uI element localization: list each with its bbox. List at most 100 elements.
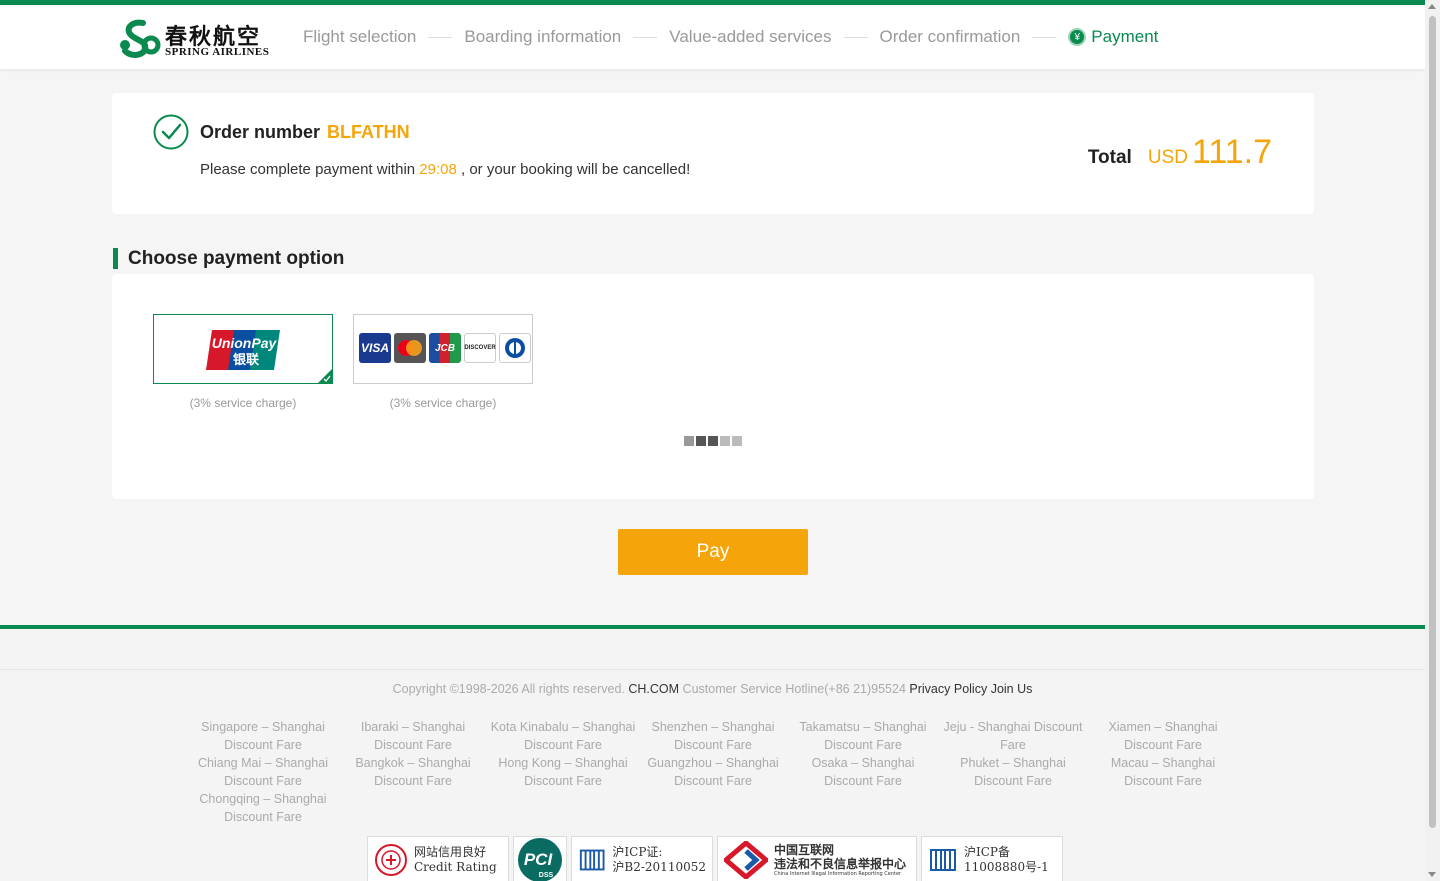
step-order-confirmation: Order confirmation: [879, 27, 1021, 46]
selected-check-icon: [318, 369, 332, 383]
pci-dss-badge[interactable]: PCI DSS: [513, 836, 567, 881]
countdown-timer: 29:08: [419, 161, 457, 178]
loader-dot: [684, 436, 694, 446]
unionpay-service-charge: (3% service charge): [189, 396, 297, 410]
route-link[interactable]: Kota Kinabalu – Shanghai Discount Fare: [488, 718, 638, 754]
logo-mark-icon: [120, 19, 161, 58]
route-link[interactable]: Guangzhou – Shanghai Discount Fare: [638, 754, 788, 790]
route-link[interactable]: Chiang Mai – Shanghai Discount Fare: [188, 754, 338, 790]
report-center-line1: 中国互联网: [774, 842, 835, 857]
step-divider: [428, 36, 453, 38]
deadline-text-before: Please complete payment within: [200, 161, 420, 178]
spring-airlines-logo[interactable]: 春秋航空 SPRING AIRLINES: [117, 19, 272, 61]
yen-icon: ¥: [1068, 28, 1087, 46]
unionpay-option[interactable]: UnionPay 银联: [153, 314, 333, 384]
unionpay-logo-text: UnionPay: [212, 335, 278, 351]
route-link[interactable]: Ibaraki – Shanghai Discount Fare: [338, 718, 488, 754]
total-amount: 111.7: [1191, 133, 1272, 171]
report-center-text: 中国互联网 违法和不良信息举报中心 China Internet Illegal I…: [774, 843, 906, 878]
route-link[interactable]: Hong Kong – Shanghai Discount Fare: [488, 754, 638, 790]
total-label: Total: [1087, 147, 1132, 168]
footer-divider: [0, 669, 1425, 670]
credit-rating-badge[interactable]: 网站信用良好 Credit Rating: [367, 836, 509, 881]
order-summary-card: Order number BLFATHN Please complete paym…: [112, 93, 1314, 214]
route-link[interactable]: Shenzhen – Shanghai Discount Fare: [638, 718, 788, 754]
brand-name-en: SPRING AIRLINES: [165, 46, 270, 58]
loader-dot: [708, 436, 718, 446]
credit-seal-icon: [375, 844, 407, 876]
report-center-line2: 违法和不良信息举报中心: [774, 856, 907, 871]
emblem-icon: [579, 849, 605, 871]
scrollbar-thumb[interactable]: [1429, 16, 1436, 828]
route-link[interactable]: Osaka – Shanghai Discount Fare: [788, 754, 938, 790]
icp-license-line1: 沪ICP证:: [612, 845, 663, 859]
loader-dot: [732, 436, 742, 446]
join-us-link[interactable]: Join Us: [991, 682, 1033, 696]
route-link[interactable]: Takamatsu – Shanghai Discount Fare: [788, 718, 938, 754]
booking-steps: Flight selection Boarding information Va…: [303, 27, 1158, 47]
order-number-line: Order number BLFATHN: [200, 122, 410, 143]
route-link[interactable]: Chongqing – Shanghai Discount Fare: [188, 790, 338, 826]
icp-license-text: 沪ICP证: 沪B2-20110052: [612, 845, 706, 875]
payment-deadline-message: Please complete payment within 29:08 , o…: [200, 161, 690, 178]
scroll-up-icon[interactable]: [1428, 4, 1436, 9]
icp-record-line2: 11008880号-1: [964, 860, 1049, 874]
mastercard-icon: [394, 333, 426, 363]
route-link[interactable]: Singapore – Shanghai Discount Fare: [188, 718, 338, 754]
credit-rating-cn: 网站信用良好: [414, 845, 487, 859]
jcb-icon: JCB: [429, 333, 461, 363]
copyright-text: Copyright ©1998-2026 All rights reserved…: [392, 682, 629, 696]
order-number-label: Order number: [200, 122, 321, 142]
emblem-icon: [930, 849, 956, 871]
visa-icon: VISA: [359, 333, 391, 363]
card-brand-logos: VISA JCB DISCOVER: [359, 333, 531, 363]
route-link[interactable]: Bangkok – Shanghai Discount Fare: [338, 754, 488, 790]
step-divider: [633, 36, 658, 38]
order-number-value: BLFATHN: [327, 122, 410, 142]
check-circle-icon: [153, 114, 189, 150]
header: 春秋航空 SPRING AIRLINES Flight selection Bo…: [0, 5, 1425, 69]
diners-club-icon: [499, 333, 531, 363]
credit-rating-en: Credit Rating: [414, 860, 497, 874]
route-link[interactable]: Xiamen – Shanghai Discount Fare: [1088, 718, 1238, 754]
deadline-text-after: , or your booking will be cancelled!: [456, 161, 691, 178]
route-link[interactable]: Phuket – Shanghai Discount Fare: [938, 754, 1088, 790]
step-boarding-information: Boarding information: [464, 27, 622, 46]
vertical-scrollbar[interactable]: [1425, 0, 1440, 881]
route-link[interactable]: Macau – Shanghai Discount Fare: [1088, 754, 1238, 790]
site-link[interactable]: CH.COM: [628, 682, 679, 696]
certification-badges: 网站信用良好 Credit Rating PCI DSS 沪ICP证: 沪B2-201…: [367, 836, 1063, 881]
payment-options-card: UnionPay 银联 VISA JCB DISCOVER (3% servic…: [112, 274, 1314, 499]
icp-record-line1: 沪ICP备: [964, 845, 1010, 859]
loading-indicator: [684, 436, 742, 446]
cards-service-charge: (3% service charge): [389, 396, 497, 410]
report-center-icon: [724, 841, 768, 879]
pay-button[interactable]: Pay: [618, 529, 808, 575]
unionpay-logo-cn: 银联: [233, 352, 259, 368]
pci-sub-text: DSS: [539, 872, 554, 879]
order-total: Total USD 111.7: [1088, 133, 1272, 172]
step-payment: ¥ Payment: [1068, 27, 1158, 47]
report-center-badge[interactable]: 中国互联网 违法和不良信息举报中心 China Internet Illegal I…: [717, 836, 917, 881]
loader-dot: [696, 436, 706, 446]
icp-license-line2: 沪B2-20110052: [612, 860, 706, 874]
footer-copyright: Copyright ©1998-2026 All rights reserved…: [0, 682, 1425, 696]
privacy-policy-link[interactable]: Privacy Policy: [909, 682, 987, 696]
step-divider: [843, 36, 868, 38]
scroll-down-icon[interactable]: [1428, 872, 1436, 877]
total-currency: USD: [1147, 147, 1188, 168]
icp-license-badge[interactable]: 沪ICP证: 沪B2-20110052: [571, 836, 713, 881]
route-link[interactable]: Jeju - Shanghai Discount Fare: [938, 718, 1088, 754]
report-center-line3: China Internet Illegal Information Repor…: [774, 870, 902, 877]
icp-record-badge[interactable]: 沪ICP备 11008880号-1: [921, 836, 1063, 881]
loader-dot: [720, 436, 730, 446]
route-links: Singapore – Shanghai Discount Fare Ibara…: [188, 718, 1238, 826]
credit-rating-text: 网站信用良好 Credit Rating: [414, 845, 497, 875]
step-flight-selection: Flight selection: [303, 27, 417, 46]
icp-record-text: 沪ICP备 11008880号-1: [964, 845, 1049, 875]
payment-section-title: Choose payment option: [113, 248, 344, 269]
hotline-text: Customer Service Hotline(+86 21)95524: [679, 682, 910, 696]
international-cards-option[interactable]: VISA JCB DISCOVER: [353, 314, 533, 384]
step-value-added-services: Value-added services: [669, 27, 832, 46]
pci-text: PCI: [524, 850, 554, 869]
